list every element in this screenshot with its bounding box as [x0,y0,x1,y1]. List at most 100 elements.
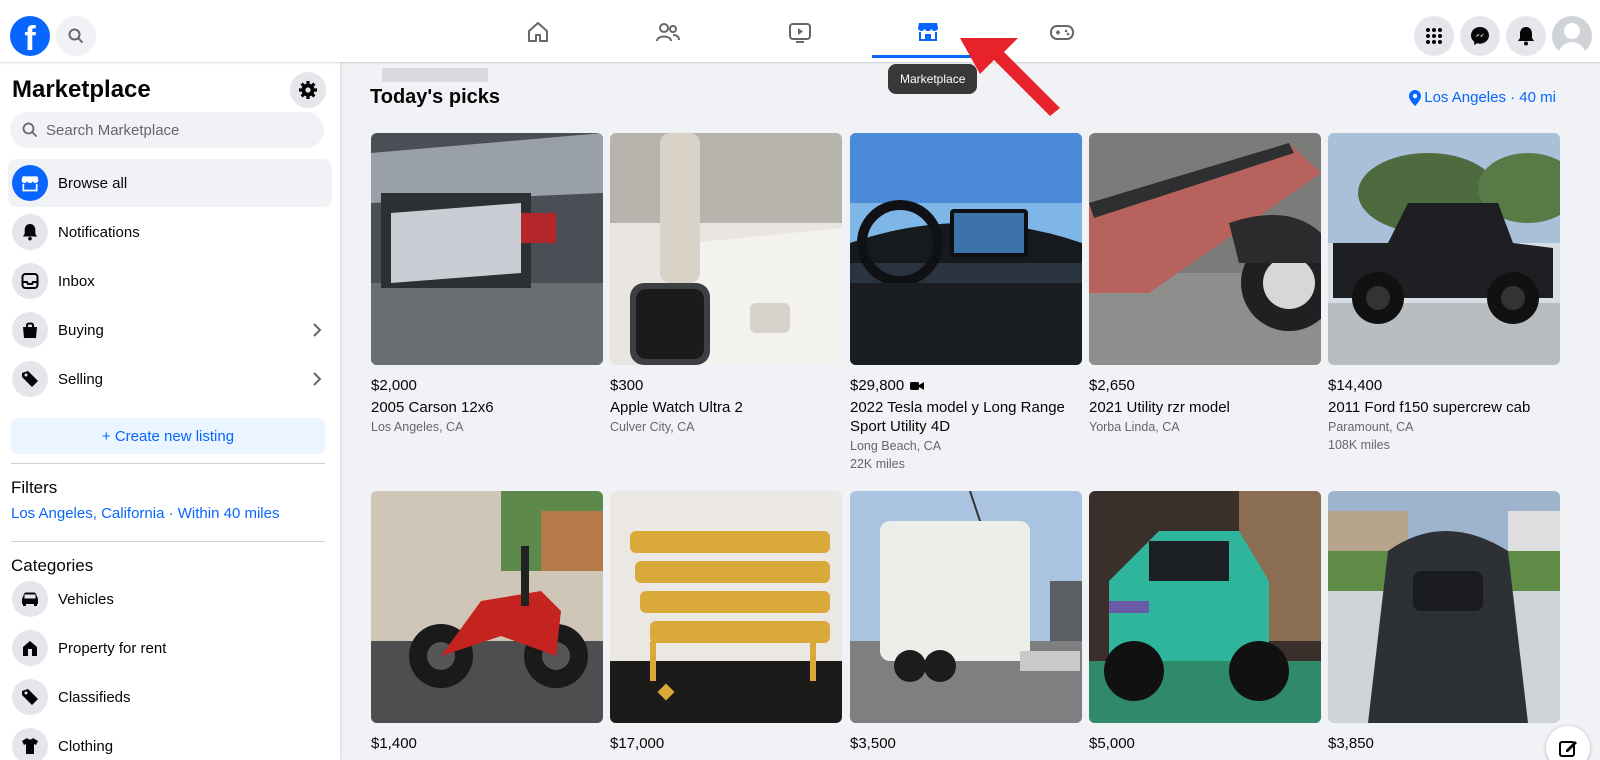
listing-card[interactable]: $2,000 2005 Carson 12x6 Los Angeles, CA [371,133,603,434]
sidebar-item-browse-all[interactable]: Browse all [8,159,332,207]
listing-price: $3,500 [850,735,896,752]
category-label: Property for rent [58,639,167,657]
listing-card[interactable]: $14,400 2011 Ford f150 supercrew cab Par… [1328,133,1560,452]
location-filter-link[interactable]: Los Angeles, California · Within 40 mile… [11,505,279,522]
category-label: Classifieds [58,688,131,706]
sidebar-item-selling[interactable]: Selling [8,355,332,403]
friends-tab[interactable] [612,6,724,58]
create-new-listing-button[interactable]: + Create new listing [11,418,325,454]
search-button[interactable] [56,16,96,56]
menu-button[interactable] [1414,16,1454,56]
listing-title: Apple Watch Ultra 2 [610,399,743,416]
listing-card[interactable]: $1,400 [371,491,603,752]
listing-photo [371,133,603,365]
divider [11,463,325,464]
listing-price: $300 [610,377,644,394]
listing-mileage: 22K miles [850,457,905,471]
chevron-right-icon [313,372,322,386]
listing-card[interactable]: $3,850 [1328,491,1560,752]
facebook-logo[interactable]: f [10,16,50,56]
listing-title: 2022 Tesla model y Long Range Sport Util… [850,399,1065,435]
listing-photo [610,491,842,723]
sidebar-item-notifications[interactable]: Notifications [8,208,332,256]
house-icon [12,630,48,666]
search-icon [22,122,38,138]
listing-title: 2011 Ford f150 supercrew cab [1328,399,1531,416]
sidebar-item-label: Notifications [58,223,140,241]
listing-mileage: 108K miles [1328,438,1390,452]
listing-price: $5,000 [1089,735,1135,752]
sidebar-item-label: Buying [58,321,104,339]
car-icon [12,581,48,617]
listing-photo [371,491,603,723]
friends-icon [656,23,680,42]
listing-price: $2,650 [1089,377,1135,394]
listing-title: 2021 Utility rzr model [1089,399,1230,416]
categories-heading: Categories [11,556,94,575]
listing-card[interactable]: $300 Apple Watch Ultra 2 Culver City, CA [610,133,842,434]
marketplace-search-box[interactable] [10,112,324,148]
listing-location: Yorba Linda, CA [1089,420,1180,434]
listing-card[interactable]: $29,800 2022 Tesla model y Long Range Sp… [850,133,1082,471]
home-tab[interactable] [482,6,594,58]
listing-location: Paramount, CA [1328,420,1414,434]
listing-photo [850,133,1082,365]
sidebar-item-label: Inbox [58,272,95,290]
watch-tab[interactable] [744,6,856,58]
category-classifieds[interactable]: Classifieds [8,673,332,721]
top-navigation-bar: f [0,0,1600,62]
bell-icon [1518,27,1534,46]
tag-icon [12,679,48,715]
listing-photo [1089,491,1321,723]
location-selector[interactable]: Los Angeles · 40 mi [1409,89,1556,106]
listing-card[interactable]: $5,000 [1089,491,1321,752]
profile-avatar[interactable] [1552,16,1592,56]
listing-location: Culver City, CA [610,420,695,434]
category-label: Vehicles [58,590,114,608]
listing-location: Los Angeles, CA [371,420,464,434]
marketplace-feed: Today's picks Los Angeles · 40 mi $2,000… [340,62,1600,760]
sidebar-item-buying[interactable]: Buying [8,306,332,354]
listing-card[interactable]: $3,500 [850,491,1082,752]
listing-card[interactable]: $17,000 [610,491,842,752]
listing-price: $17,000 [610,735,665,752]
bell-icon [12,214,48,250]
grid-menu-icon [1426,28,1442,44]
placeholder-bar [382,68,488,82]
compose-icon [1559,741,1577,757]
listing-photo [1328,491,1560,723]
video-camera-icon [910,381,925,390]
notifications-button[interactable] [1506,16,1546,56]
shirt-icon [12,728,48,760]
listing-price: $3,850 [1328,735,1374,752]
marketplace-search-input[interactable] [46,121,306,139]
listing-photo [1089,133,1321,365]
listing-price: $14,400 [1328,377,1383,394]
listing-photo [610,133,842,365]
listing-price: $29,800 [850,377,1082,394]
chevron-right-icon [313,323,322,337]
category-clothing[interactable]: Clothing [8,722,332,760]
messenger-icon [1471,27,1489,45]
listing-price: $1,400 [371,735,417,752]
listing-title: 2005 Carson 12x6 [371,399,494,416]
sidebar-title: Marketplace [12,76,151,103]
shopping-bag-icon [12,312,48,348]
category-vehicles[interactable]: Vehicles [8,575,332,623]
sidebar-item-label: Selling [58,370,104,388]
inbox-icon [12,263,48,299]
listing-location: Long Beach, CA [850,439,942,453]
listing-price-value: $29,800 [850,377,905,394]
marketplace-sidebar: Marketplace Browse all Notifications Inb… [0,62,340,760]
video-icon [789,23,811,43]
sidebar-item-inbox[interactable]: Inbox [8,257,332,305]
divider [11,541,325,542]
messenger-button[interactable] [1460,16,1500,56]
location-label: Los Angeles · 40 mi [1424,89,1556,106]
home-icon [528,22,548,42]
listing-price: $2,000 [371,377,417,394]
settings-button[interactable] [290,72,326,108]
gear-icon [299,81,317,99]
category-property-for-rent[interactable]: Property for rent [8,624,332,672]
listing-card[interactable]: $2,650 2021 Utility rzr model Yorba Lind… [1089,133,1321,434]
